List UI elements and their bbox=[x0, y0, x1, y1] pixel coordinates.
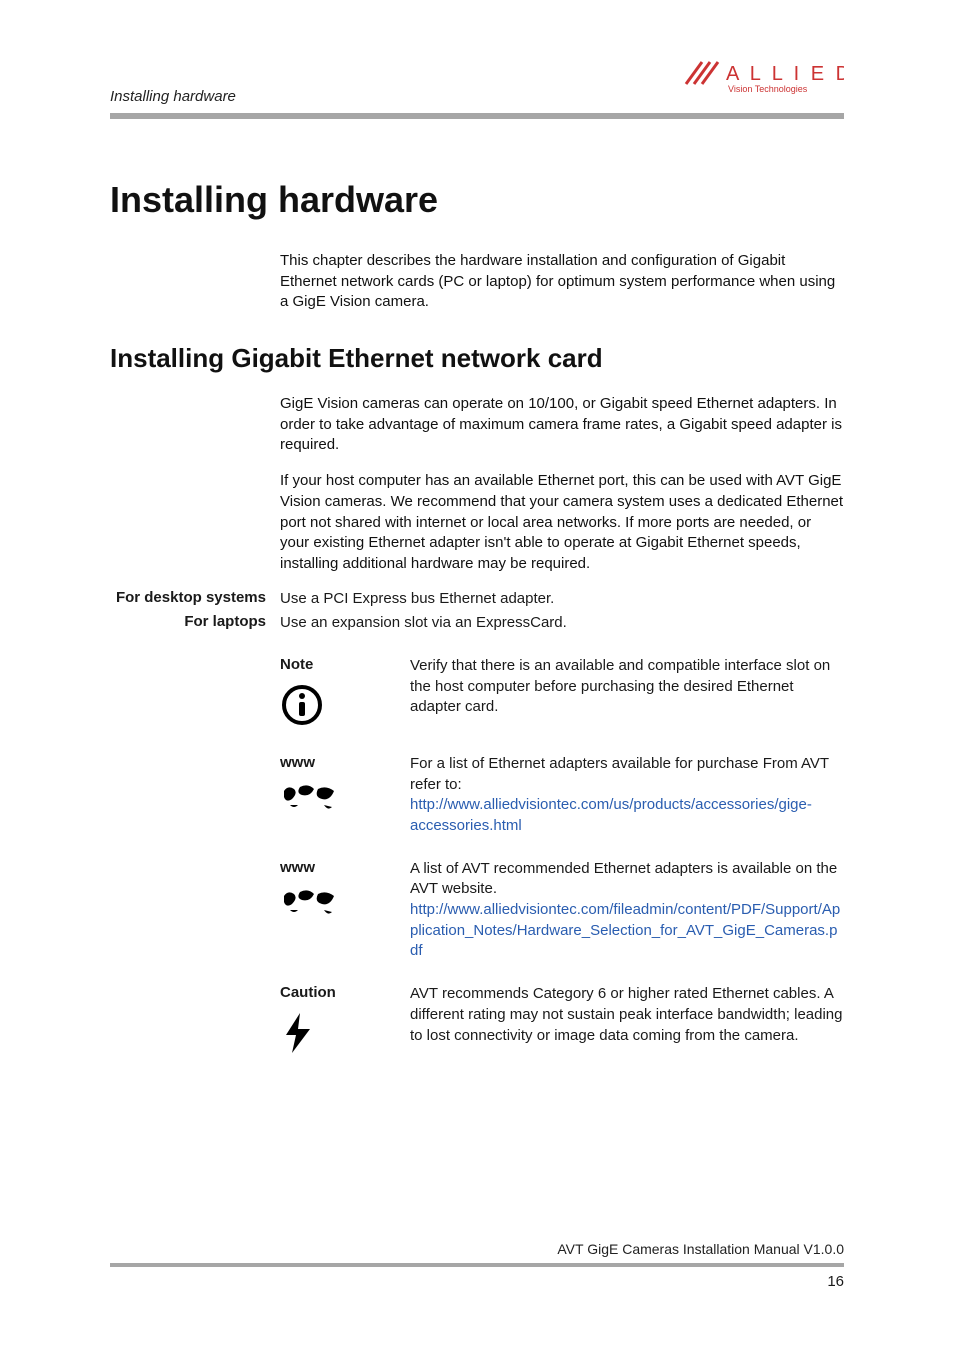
lightning-icon bbox=[280, 1011, 316, 1060]
brand-logo: A L L I E D Vision Technologies bbox=[684, 60, 844, 107]
www1-body: For a list of Ethernet adapters availabl… bbox=[410, 754, 844, 837]
www2-link[interactable]: http://www.alliedvisiontec.com/fileadmin… bbox=[410, 901, 840, 959]
body-paragraph-1: GigE Vision cameras can operate on 10/10… bbox=[280, 394, 844, 456]
info-icon bbox=[280, 683, 324, 732]
www2-text: A list of AVT recommended Ethernet adapt… bbox=[410, 860, 837, 898]
intro-paragraph: This chapter describes the hardware inst… bbox=[280, 251, 844, 313]
caution-body: AVT recommends Category 6 or higher rate… bbox=[410, 984, 844, 1060]
desktop-value: Use a PCI Express bus Ethernet adapter. bbox=[280, 589, 844, 610]
www1-text: For a list of Ethernet adapters availabl… bbox=[410, 755, 829, 793]
page-number: 16 bbox=[110, 1273, 844, 1290]
laptop-value: Use an expansion slot via an ExpressCard… bbox=[280, 613, 844, 634]
note-title: Note bbox=[280, 656, 313, 673]
note-body: Verify that there is an available and co… bbox=[410, 656, 844, 732]
page-title: Installing hardware bbox=[110, 179, 844, 221]
www1-title: www bbox=[280, 754, 315, 771]
logo-text-top: A L L I E D bbox=[726, 63, 844, 85]
caution-title: Caution bbox=[280, 984, 336, 1001]
section-title: Installing Gigabit Ethernet network card bbox=[110, 343, 844, 374]
desktop-label: For desktop systems bbox=[110, 589, 280, 610]
world-map-icon bbox=[280, 886, 340, 925]
logo-text-bottom: Vision Technologies bbox=[728, 84, 808, 94]
breadcrumb: Installing hardware bbox=[110, 88, 236, 105]
world-map-icon bbox=[280, 781, 340, 820]
www2-body: A list of AVT recommended Ethernet adapt… bbox=[410, 859, 844, 962]
laptop-label: For laptops bbox=[110, 613, 280, 634]
footer-rule bbox=[110, 1263, 844, 1267]
footer-text: AVT GigE Cameras Installation Manual V1.… bbox=[110, 1241, 844, 1257]
www2-title: www bbox=[280, 859, 315, 876]
body-paragraph-2: If your host computer has an available E… bbox=[280, 471, 844, 574]
www1-link[interactable]: http://www.alliedvisiontec.com/us/produc… bbox=[410, 796, 812, 834]
